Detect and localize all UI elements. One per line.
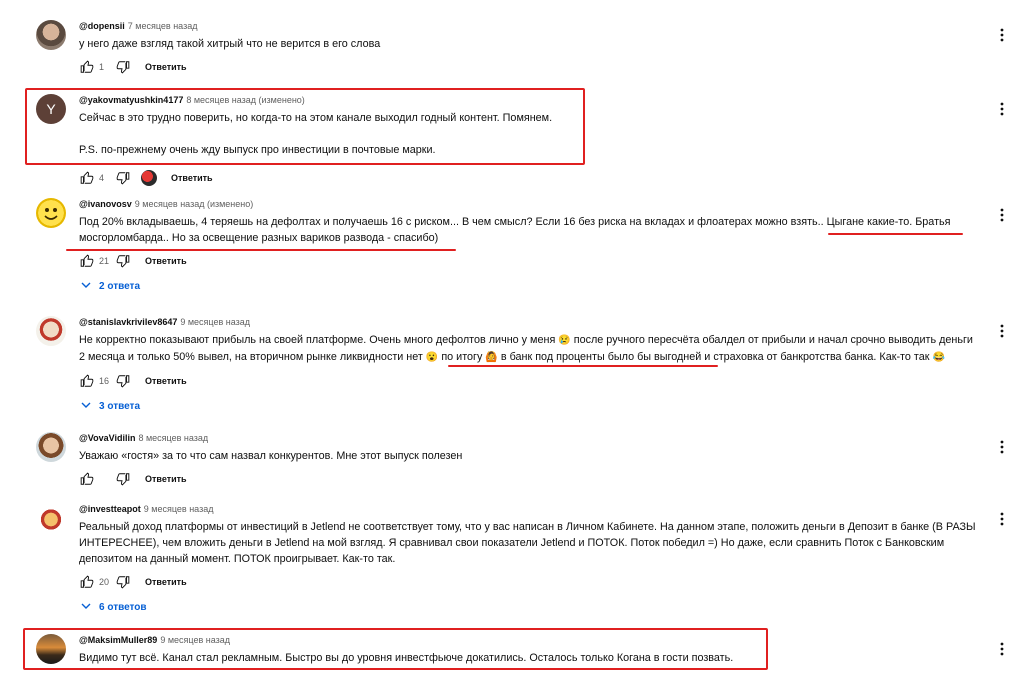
comment-author[interactable]: @stanislavkrivilev8647	[79, 317, 177, 327]
like-count: 21	[99, 256, 110, 266]
comment-dopensii: @dopensii 7 месяцев назад у него даже взг…	[36, 20, 1023, 78]
highlight-box	[23, 628, 768, 670]
comment-investteapot: @investteapot 9 месяцев назад Реальный до…	[36, 503, 1023, 618]
underline-mark	[66, 249, 456, 251]
reply-button[interactable]: Ответить	[145, 62, 187, 72]
comment-line: Под 20% вкладываешь, 4 теряешь на дефолт…	[79, 216, 951, 228]
reply-button[interactable]: Ответить	[145, 256, 187, 266]
chevron-down-icon	[81, 401, 91, 412]
comment-time[interactable]: 9 месяцев назад (изменено)	[135, 199, 253, 209]
comment-text: Не корректно показывают прибыль на своей…	[79, 332, 983, 366]
comment-time[interactable]: 8 месяцев назад	[138, 433, 208, 443]
reply-button[interactable]: Ответить	[145, 376, 187, 386]
thumb-down-icon[interactable]	[115, 574, 131, 590]
avatar[interactable]	[36, 20, 66, 50]
avatar[interactable]	[36, 316, 66, 346]
chevron-down-icon	[81, 281, 91, 292]
reply-button[interactable]: Ответить	[145, 577, 187, 587]
comment-time[interactable]: 9 месяцев назад	[144, 504, 214, 514]
comment-line: и страховка от банкротства банка. Как-то…	[704, 351, 930, 363]
comment-text: Под 20% вкладываешь, 4 теряешь на дефолт…	[79, 214, 983, 246]
like-count: 1	[99, 62, 105, 72]
person-emoji: 🙆	[485, 352, 498, 363]
comment-author[interactable]: @ivanovosv	[79, 199, 132, 209]
chevron-down-icon	[81, 602, 91, 613]
like-count: 20	[99, 577, 110, 587]
avatar[interactable]	[36, 198, 66, 228]
comment-time[interactable]: 7 месяцев назад	[128, 21, 198, 31]
comment-line: после ручного пересчёта обалдел от прибы…	[573, 334, 973, 346]
comment-text: Реальный доход платформы от инвестиций в…	[79, 521, 976, 565]
comment-text: у него даже взгляд такой хитрый что не в…	[79, 38, 381, 50]
comment-line: 2 месяца и только 50% вывел, на вторично…	[79, 351, 423, 363]
comment-time[interactable]: 9 месяцев назад	[180, 317, 250, 327]
thumb-up-icon[interactable]	[79, 574, 95, 590]
replies-count: 3 ответа	[99, 400, 141, 412]
highlight-box	[25, 88, 585, 165]
thumb-down-icon[interactable]	[115, 373, 131, 389]
more-vert-icon[interactable]	[995, 100, 1009, 118]
more-vert-icon[interactable]	[995, 26, 1009, 44]
show-replies-button[interactable]: 6 ответов	[81, 598, 983, 616]
more-vert-icon[interactable]	[995, 322, 1009, 340]
reply-button[interactable]: Ответить	[171, 173, 213, 183]
thumb-up-icon[interactable]	[79, 471, 95, 487]
thumb-up-icon[interactable]	[79, 170, 95, 186]
comment-author[interactable]: @dopensii	[79, 21, 125, 31]
comment-author[interactable]: @investteapot	[79, 504, 141, 514]
smiley-icon	[44, 208, 58, 220]
more-vert-icon[interactable]	[995, 206, 1009, 224]
reply-button[interactable]: Ответить	[145, 474, 187, 484]
show-replies-button[interactable]: 2 ответа	[81, 277, 983, 295]
more-vert-icon[interactable]	[995, 640, 1009, 658]
comment-ivanovosv: @ivanovosv 9 месяцев назад (изменено) Под…	[36, 198, 1023, 298]
thumb-up-icon[interactable]	[79, 373, 95, 389]
thumb-up-icon[interactable]	[79, 253, 95, 269]
underline-mark	[448, 365, 718, 367]
replies-count: 2 ответа	[99, 280, 141, 292]
thumb-down-icon[interactable]	[115, 471, 131, 487]
comment-vovavidilin: @VovaVidilin 8 месяцев назад Уважаю «гост…	[36, 432, 1023, 490]
thumb-down-icon[interactable]	[115, 59, 131, 75]
comment-line: Не корректно показывают прибыль на своей…	[79, 334, 556, 346]
avatar[interactable]	[36, 432, 66, 462]
replies-count: 6 ответов	[99, 601, 147, 613]
sad-face-emoji: 😢	[558, 335, 571, 346]
comment-line: в банк под проценты было бы выгодней	[500, 351, 702, 363]
like-count: 16	[99, 376, 110, 386]
thumb-up-icon[interactable]	[79, 59, 95, 75]
show-replies-button[interactable]: 3 ответа	[81, 397, 983, 415]
avatar[interactable]	[36, 503, 66, 533]
thumb-down-icon[interactable]	[115, 170, 131, 186]
more-vert-icon[interactable]	[995, 438, 1009, 456]
more-vert-icon[interactable]	[995, 510, 1009, 528]
thumb-down-icon[interactable]	[115, 253, 131, 269]
surprised-emoji: 😮	[425, 352, 439, 363]
laughing-emoji: 😂	[932, 352, 945, 363]
comment-text: Уважаю «гостя» за то что сам назвал конк…	[79, 450, 463, 462]
comment-line: по итогу	[441, 351, 483, 363]
creator-heart-avatar	[141, 170, 157, 186]
comment-author[interactable]: @VovaVidilin	[79, 433, 135, 443]
like-count: 4	[99, 173, 105, 183]
underline-mark	[828, 233, 963, 235]
